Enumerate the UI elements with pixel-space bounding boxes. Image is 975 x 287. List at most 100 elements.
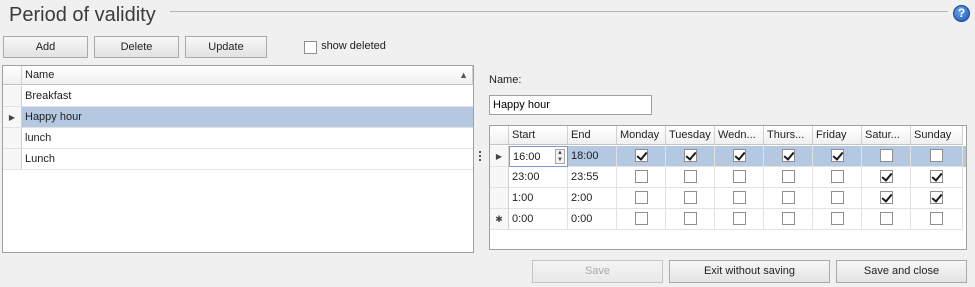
day-checkbox[interactable] (732, 191, 746, 204)
day-checkbox[interactable] (732, 212, 746, 225)
exit-without-saving-button[interactable]: Exit without saving (669, 260, 830, 283)
day-cell[interactable] (715, 209, 764, 230)
add-button[interactable]: Add (3, 36, 88, 58)
day-cell[interactable] (617, 167, 666, 188)
day-cell[interactable] (813, 167, 862, 188)
list-item[interactable]: ▶ Happy hour (3, 107, 473, 128)
show-deleted-toggle[interactable]: show deleted (304, 40, 386, 55)
day-checkbox[interactable] (930, 149, 943, 162)
day-cell[interactable] (862, 167, 911, 188)
day-checkbox[interactable] (781, 212, 795, 225)
periods-list[interactable]: Name ▲ Breakfast ▶ Happy hour lunch Lunch (2, 65, 474, 253)
day-checkbox[interactable] (634, 191, 648, 204)
time-slot-row[interactable]: 1:00 2:00 (490, 188, 966, 209)
name-field[interactable] (489, 95, 652, 115)
list-header-name[interactable]: Name ▲ (22, 66, 473, 85)
day-cell[interactable] (862, 209, 911, 230)
column-header[interactable]: Friday (813, 126, 862, 145)
time-spinner-arrows-icon[interactable]: ▲ ▼ (555, 149, 565, 164)
column-header[interactable]: Satur... (862, 126, 911, 145)
start-time-spinner[interactable]: 16:00 ▲ ▼ (509, 146, 568, 167)
end-time-cell[interactable]: 0:00 (568, 209, 617, 230)
splitter-grip-icon[interactable] (479, 151, 482, 163)
day-cell[interactable] (813, 146, 862, 167)
day-checkbox[interactable] (930, 170, 943, 183)
day-cell[interactable] (911, 209, 963, 230)
day-checkbox[interactable] (930, 191, 943, 204)
day-cell[interactable] (911, 188, 963, 209)
day-checkbox[interactable] (830, 170, 844, 183)
day-checkbox[interactable] (879, 191, 893, 204)
show-deleted-checkbox[interactable] (304, 41, 317, 54)
column-header[interactable]: Sunday (911, 126, 963, 145)
end-time-cell[interactable]: 23:55 (568, 167, 617, 188)
day-checkbox[interactable] (781, 149, 795, 162)
day-cell[interactable] (764, 209, 813, 230)
day-checkbox[interactable] (879, 212, 893, 225)
day-checkbox[interactable] (634, 149, 648, 162)
save-and-close-button[interactable]: Save and close (836, 260, 967, 283)
start-time-cell[interactable]: 23:00 (509, 167, 568, 188)
column-header[interactable]: Wedn... (715, 126, 764, 145)
day-cell[interactable] (666, 167, 715, 188)
day-cell[interactable] (862, 188, 911, 209)
day-checkbox[interactable] (879, 170, 893, 183)
day-cell[interactable] (715, 146, 764, 167)
day-cell[interactable] (666, 146, 715, 167)
column-header[interactable]: Tuesday (666, 126, 715, 145)
row-indicator[interactable] (3, 149, 22, 170)
column-header[interactable]: Thurs... (764, 126, 813, 145)
day-checkbox[interactable] (830, 191, 844, 204)
time-slot-row[interactable]: ✱ 0:00 0:00 (490, 209, 966, 230)
day-checkbox[interactable] (732, 170, 746, 183)
day-checkbox[interactable] (781, 170, 795, 183)
time-slot-row[interactable]: ▶ 16:00 ▲ ▼ 18:00 (490, 146, 966, 167)
day-cell[interactable] (666, 209, 715, 230)
day-cell[interactable] (764, 188, 813, 209)
day-checkbox[interactable] (830, 149, 844, 162)
row-indicator[interactable] (3, 128, 22, 149)
day-checkbox[interactable] (683, 170, 697, 183)
day-checkbox[interactable] (634, 212, 648, 225)
day-checkbox[interactable] (930, 212, 943, 225)
start-time-cell[interactable]: 0:00 (509, 209, 568, 230)
day-checkbox[interactable] (683, 191, 697, 204)
day-checkbox[interactable] (732, 149, 746, 162)
save-button[interactable]: Save (532, 260, 663, 283)
day-cell[interactable] (911, 167, 963, 188)
row-indicator[interactable] (490, 167, 509, 188)
list-item[interactable]: lunch (3, 128, 473, 149)
day-cell[interactable] (813, 188, 862, 209)
row-indicator[interactable] (490, 188, 509, 209)
day-cell[interactable] (764, 146, 813, 167)
column-header[interactable]: End (568, 126, 617, 145)
day-cell[interactable] (617, 146, 666, 167)
end-time-cell[interactable]: 18:00 (568, 146, 617, 167)
day-checkbox[interactable] (781, 191, 795, 204)
end-time-cell[interactable]: 2:00 (568, 188, 617, 209)
day-checkbox[interactable] (683, 149, 697, 162)
column-header[interactable]: Monday (617, 126, 666, 145)
start-time-cell[interactable]: 1:00 (509, 188, 568, 209)
list-item[interactable]: Lunch (3, 149, 473, 170)
day-cell[interactable] (764, 167, 813, 188)
day-cell[interactable] (911, 146, 963, 167)
current-row-arrow-icon[interactable]: ▶ (490, 146, 509, 167)
day-cell[interactable] (666, 188, 715, 209)
column-header[interactable]: Start (509, 126, 568, 145)
time-slots-grid[interactable]: Start End Monday Tuesday Wedn... Thurs... Frid… (489, 125, 967, 250)
day-cell[interactable] (862, 146, 911, 167)
day-cell[interactable] (715, 167, 764, 188)
row-indicator[interactable] (3, 86, 22, 107)
day-checkbox[interactable] (830, 212, 844, 225)
day-cell[interactable] (617, 188, 666, 209)
day-checkbox[interactable] (634, 170, 648, 183)
day-cell[interactable] (617, 209, 666, 230)
day-cell[interactable] (715, 188, 764, 209)
help-icon[interactable]: ? (953, 5, 970, 22)
new-row-asterisk-icon[interactable]: ✱ (490, 209, 509, 230)
update-button[interactable]: Update (185, 36, 267, 58)
delete-button[interactable]: Delete (94, 36, 179, 58)
day-checkbox[interactable] (683, 212, 697, 225)
current-row-arrow-icon[interactable]: ▶ (3, 107, 22, 128)
